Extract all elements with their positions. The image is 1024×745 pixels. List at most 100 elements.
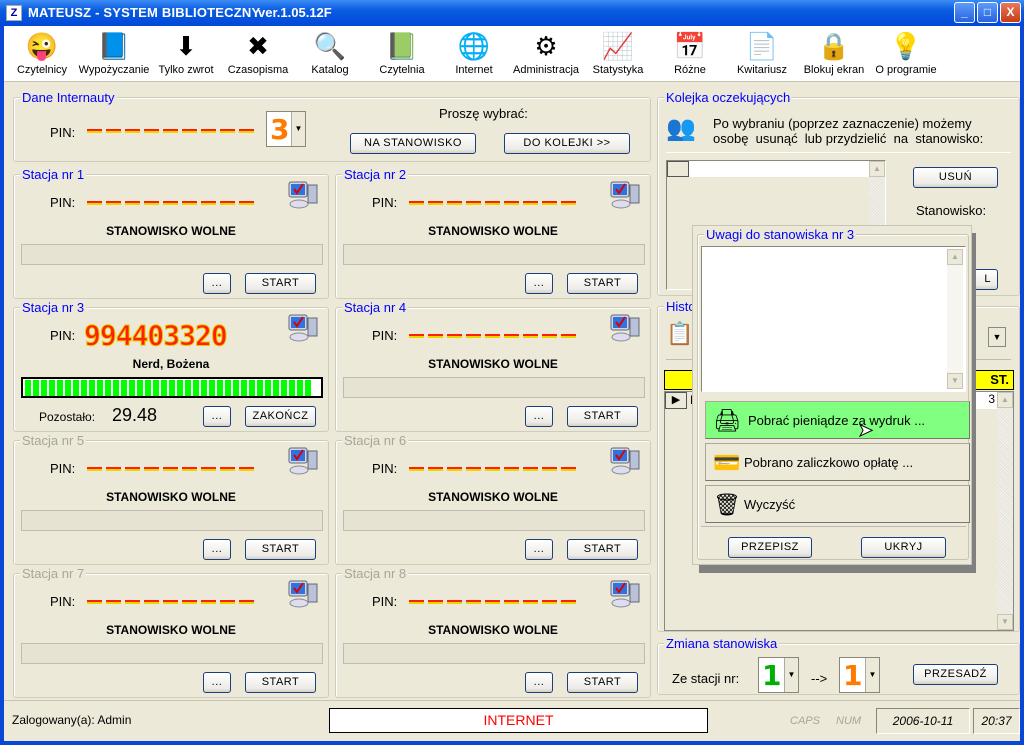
station-panel-2: Stacja nr 2 PIN: STANOWISKO WOLNE ... ST… [335, 167, 651, 299]
title-bar: Z MATEUSZ - SYSTEM BIBLIOTECZNY ver.1.05… [0, 0, 1024, 26]
to-station-button[interactable]: NA STANOWISKO [350, 133, 476, 154]
prompt-label: Proszę wybrać: [439, 106, 528, 121]
row-indicator [667, 161, 689, 177]
hide-button[interactable]: UKRYJ [861, 537, 946, 558]
scrollbar[interactable]: ▲ ▼ [947, 249, 963, 389]
station-start-button[interactable]: START [245, 539, 316, 560]
book-icon: 📗 [385, 31, 419, 61]
station-options-button[interactable]: ... [203, 672, 231, 693]
station-start-button[interactable]: START [567, 539, 638, 560]
time-progress-bar [21, 244, 323, 265]
scrollbar[interactable]: ▲ ▼ [997, 392, 1013, 630]
progress-segment [65, 380, 71, 396]
panel-title: Dane Internauty [20, 90, 117, 105]
remove-button[interactable]: USUŃ [913, 167, 998, 188]
smiley-icon: 😜 [25, 31, 59, 61]
toolbar-button-o-programie[interactable]: 💡 O programie [870, 26, 942, 82]
progress-segment [153, 380, 159, 396]
maximize-button[interactable]: □ [977, 2, 998, 23]
move-button[interactable]: PRZESADŹ [913, 664, 998, 685]
pin-label: PIN: [372, 461, 398, 476]
progress-segment [281, 380, 287, 396]
station-select[interactable]: 3 ▼ [266, 111, 306, 147]
station-panel-8: Stacja nr 8 PIN: STANOWISKO WOLNE ... ST… [335, 566, 651, 698]
toolbar-button-czasopisma[interactable]: ✖ Czasopisma [222, 26, 294, 82]
toolbar-button-internet[interactable]: 🌐 Internet [438, 26, 510, 82]
toolbar-button-czytelnia[interactable]: 📗 Czytelnia [366, 26, 438, 82]
station-options-button[interactable]: ... [203, 539, 231, 560]
notes-textarea[interactable]: ▲ ▼ [701, 246, 966, 392]
pin-label: PIN: [50, 594, 76, 609]
station-end-button[interactable]: ZAKOŃCZ [245, 406, 316, 427]
toolbar-button-wypożyczanie[interactable]: 📘 Wypożyczanie [78, 26, 150, 82]
toolbar-label: Różne [674, 64, 706, 76]
progress-segment [233, 380, 239, 396]
mouse-cursor-icon: ➤ [857, 420, 874, 441]
station-start-button[interactable]: START [567, 406, 638, 427]
station-title: Stacja nr 8 [342, 566, 409, 581]
progress-segment [145, 380, 151, 396]
toolbar-button-różne[interactable]: 📅 Różne [654, 26, 726, 82]
popup-title: Uwagi do stanowiska nr 3 [704, 227, 857, 242]
toolbar-button-statystyka[interactable]: 📈 Statystyka [582, 26, 654, 82]
progress-segment [209, 380, 215, 396]
station-start-button[interactable]: START [567, 672, 638, 693]
toolbar-button-administracja[interactable]: ⚙ Administracja [510, 26, 582, 82]
station-options-button[interactable]: ... [525, 672, 553, 693]
station-options-button[interactable]: ... [525, 539, 553, 560]
chevron-down-icon[interactable]: ▼ [988, 327, 1006, 347]
close-button[interactable]: X [1000, 2, 1021, 23]
to-queue-button[interactable]: DO KOLEJKI >> [504, 133, 630, 154]
divider [701, 526, 966, 527]
chevron-down-icon[interactable]: ▼ [865, 658, 879, 692]
station-status: STANOWISKO WOLNE [106, 224, 236, 238]
time-progress-bar [343, 643, 645, 664]
toolbar-button-kwitariusz[interactable]: 📄 Kwitariusz [726, 26, 798, 82]
progress-segment [129, 380, 135, 396]
toolbar: 😜 Czytelnicy 📘 Wypożyczanie ⬇ Tylko zwrot ✖ Cza… [4, 26, 1020, 82]
station-start-button[interactable]: START [567, 273, 638, 294]
popup-action-3[interactable]: 🗑 Wyczyść [705, 485, 970, 523]
minimize-button[interactable]: _ [954, 2, 975, 23]
station-panel-3: Stacja nr 3 PIN: 994403320 Nerd, Bożena … [13, 300, 329, 432]
progress-segment [193, 380, 199, 396]
time-progress-bar [343, 244, 645, 265]
station-title: Stacja nr 1 [20, 167, 87, 182]
from-station-select[interactable]: 1 ▼ [758, 657, 799, 693]
station-options-button[interactable]: ... [203, 406, 231, 427]
column-header: ST. [990, 372, 1009, 387]
progress-segment [33, 380, 39, 396]
toolbar-label: Blokuj ekran [803, 64, 865, 76]
time-progress-bar [343, 510, 645, 531]
action-label: Pobrano zaliczkowo opłatę ... [744, 455, 914, 470]
computer-check-icon [609, 179, 640, 209]
chevron-down-icon[interactable]: ▼ [784, 658, 798, 692]
chevron-down-icon[interactable]: ▼ [291, 112, 305, 146]
to-station-select[interactable]: 1 ▼ [839, 657, 880, 693]
copy-button[interactable]: PRZEPISZ [728, 537, 812, 558]
info-line: osobę usunąć lub przydzielić na stanowis… [713, 131, 984, 146]
station-status: Nerd, Bożena [132, 357, 210, 371]
pin-label: PIN: [372, 328, 398, 343]
popup-action-2[interactable]: 💳 Pobrano zaliczkowo opłatę ... [705, 443, 970, 481]
station-status: STANOWISKO WOLNE [428, 224, 558, 238]
progress-segment [201, 380, 207, 396]
progress-segment [257, 380, 263, 396]
station-options-button[interactable]: ... [525, 406, 553, 427]
station-options-button[interactable]: ... [203, 273, 231, 294]
toolbar-button-katalog[interactable]: 🔍 Katalog [294, 26, 366, 82]
station-panel-1: Stacja nr 1 PIN: STANOWISKO WOLNE ... ST… [13, 167, 329, 299]
toolbar-button-tylko-zwrot[interactable]: ⬇ Tylko zwrot [150, 26, 222, 82]
progress-segment [217, 380, 223, 396]
pin-label: PIN: [50, 125, 76, 140]
station-status: STANOWISKO WOLNE [428, 357, 558, 371]
popup-action-1[interactable]: 🖨 Pobrać pieniądze za wydruk ... [705, 401, 970, 439]
toolbar-button-czytelnicy[interactable]: 😜 Czytelnicy [6, 26, 78, 82]
toolbar-button-blokuj-ekran[interactable]: 🔒 Blokuj ekran [798, 26, 870, 82]
station-start-button[interactable]: START [245, 672, 316, 693]
internaut-panel: Dane Internauty PIN: 3 ▼ Proszę wybrać: … [13, 90, 651, 162]
progress-segment [113, 380, 119, 396]
station-start-button[interactable]: START [245, 273, 316, 294]
station-options-button[interactable]: ... [525, 273, 553, 294]
toolbar-label: Czytelnicy [16, 64, 68, 76]
